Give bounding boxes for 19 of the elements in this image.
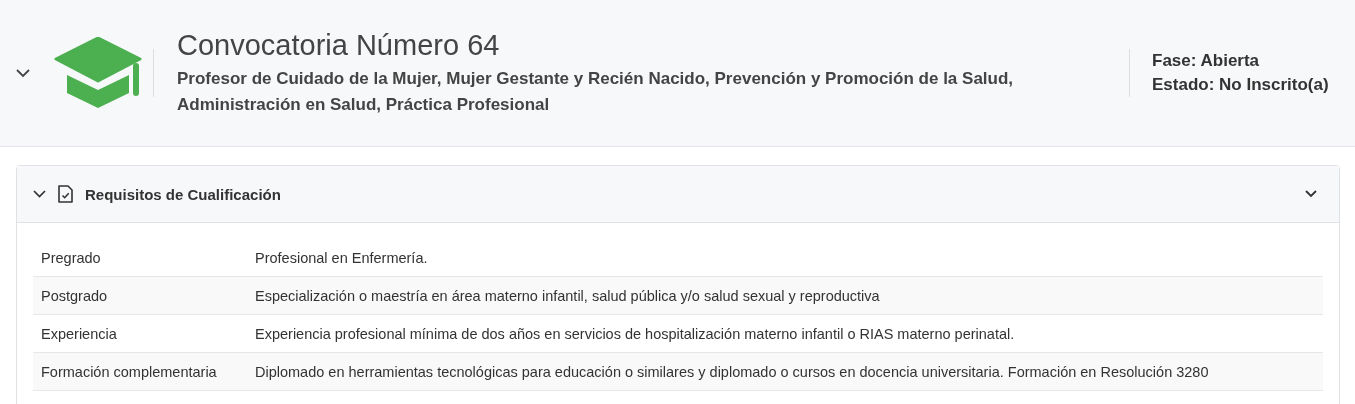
- table-cell: Postgrado: [33, 276, 247, 315]
- panel-title: Requisitos de Cualificación: [85, 185, 281, 203]
- status-text: Estado: No Inscrito(a): [1152, 74, 1329, 96]
- table-cell: Experiencia: [33, 314, 247, 353]
- table-cell: Experiencia profesional mínima de dos años en servicios de hospitalización materno infantil o RIAS materno perinatal.: [247, 314, 1323, 353]
- table-cell: Pregrado: [33, 239, 247, 277]
- status-text: Fase: Abierta: [1152, 50, 1261, 72]
- page-title: Convocatoria Número 64: [177, 28, 501, 62]
- panel-header[interactable]: Requisitos de Cualificación: [17, 166, 1339, 223]
- collapse-toggle[interactable]: [16, 66, 30, 80]
- chevron-down-icon: [16, 68, 30, 78]
- page-subtitle: Profesor de Cuidado de la Mujer, Mujer Gestante y Recién Nacido, Prevención y Promoción de la Salud, Administración en Salud, Práctica Profesional: [177, 67, 1015, 116]
- graduation-cap-icon: [54, 37, 142, 109]
- chevron-down-icon: [1305, 190, 1317, 198]
- table-cell: Profesional en Enfermería.: [247, 239, 1323, 277]
- table-cell: Diplomado en herramientas tecnológicas para educación o similares y diplomado o cursos en docencia universitaria. Formación en Resolución 3280: [247, 352, 1323, 391]
- table-cell: Formación complementaria: [33, 352, 247, 391]
- document-check-icon: [58, 185, 73, 203]
- table-cell: Especialización o maestría en área materno infantil, salud pública y/o salud sexual y reproductiva: [247, 276, 1323, 315]
